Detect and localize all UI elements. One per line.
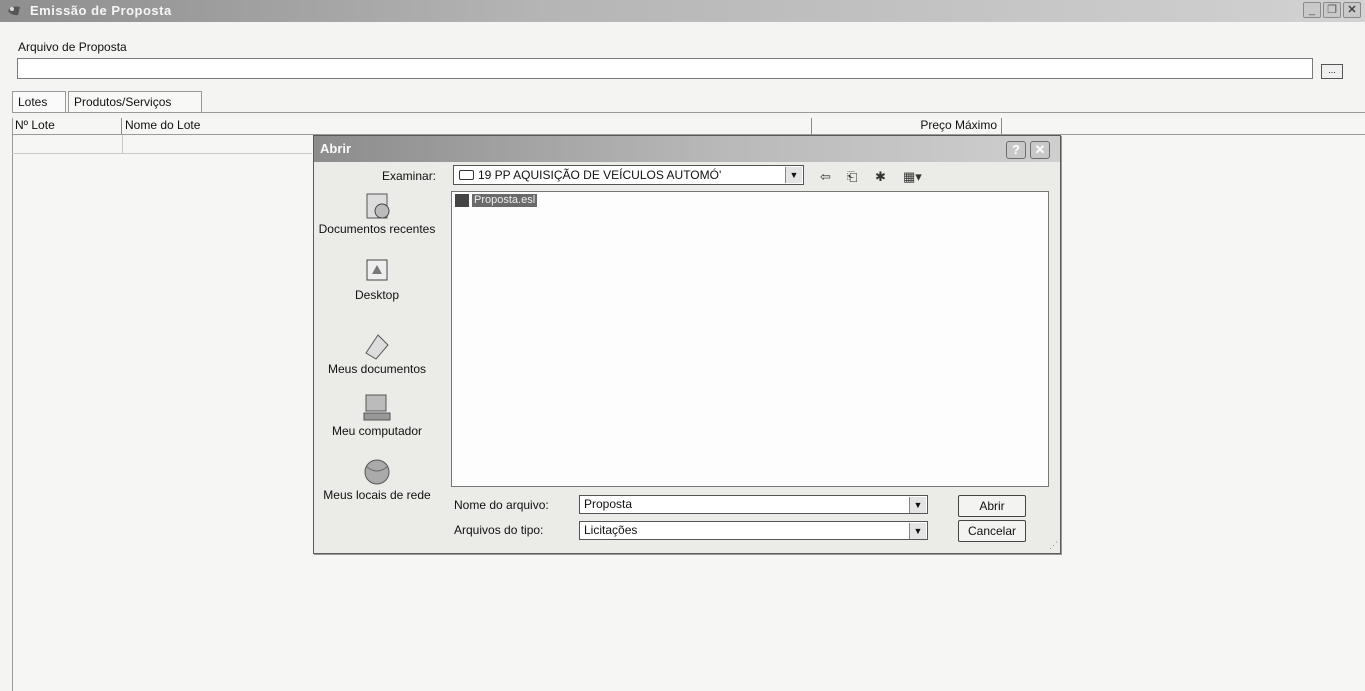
up-folder-icon[interactable]: ⎗ [847,170,857,184]
open-button[interactable]: Abrir [958,495,1026,517]
desktop-icon [366,259,388,281]
dialog-title: Abrir [320,141,352,156]
restore-icon[interactable]: ❐ [1323,2,1341,18]
views-menu-icon[interactable]: ▦▾ [903,170,922,184]
recent-documents-icon [366,193,390,219]
folder-icon [459,170,474,180]
my-documents-icon [365,334,389,360]
place-my-computer[interactable]: Meu computador [316,393,438,438]
dialog-close-icon[interactable]: ✕ [1030,141,1050,159]
back-icon[interactable]: ⇦ [820,170,831,184]
look-in-value: 19 PP AQUISIÇÃO DE VEÍCULOS AUTOMÓ' [478,168,722,182]
file-list[interactable]: Proposta.esl [451,191,1049,487]
browse-button[interactable]: ... [1321,64,1343,79]
chevron-down-icon[interactable]: ▼ [785,167,802,183]
place-recent-documents[interactable]: Documentos recentes [316,191,438,236]
proposal-file-label: Arquivo de Proposta [18,40,127,54]
proposal-file-field[interactable] [17,58,1313,79]
new-folder-icon[interactable]: ✱ [875,170,886,184]
column-header-lot-name[interactable]: Nome do Lote [122,118,812,134]
column-header-lot-number[interactable]: Nº Lote [12,118,122,134]
tab-divider [12,112,1365,113]
look-in-label: Examinar: [382,169,437,183]
app-icon [8,6,20,16]
help-icon[interactable]: ? [1006,141,1026,159]
chevron-down-icon[interactable]: ▼ [909,523,926,539]
open-file-dialog: Abrir ? ✕ Examinar: 19 PP AQUISIÇÃO DE V… [313,135,1061,554]
filename-value: Proposta [584,497,633,511]
places-bar: Documentos recentes Desktop Meus documen… [316,191,438,521]
my-computer-icon [363,394,391,421]
window-title: Emissão de Proposta [30,3,172,18]
minimize-icon[interactable]: _ [1303,2,1321,18]
window-title-bar: Emissão de Proposta _ ❐ ✕ [0,0,1365,22]
resize-grip[interactable]: ⋰ [1049,540,1058,551]
close-icon[interactable]: ✕ [1343,2,1361,18]
grid-header: Nº Lote Nome do Lote Preço Máximo [12,118,1365,135]
filetype-dropdown[interactable]: Licitações ▼ [579,521,928,540]
network-places-icon [364,459,390,485]
filetype-label: Arquivos do tipo: [454,523,544,537]
file-icon [455,194,469,207]
dialog-title-bar: Abrir ? ✕ [314,136,1060,162]
tab-produtos-servicos[interactable]: Produtos/Serviços [68,91,202,113]
look-in-dropdown[interactable]: 19 PP AQUISIÇÃO DE VEÍCULOS AUTOMÓ' ▼ [453,165,804,185]
cancel-button[interactable]: Cancelar [958,520,1026,542]
filename-input[interactable]: Proposta ▼ [579,495,928,514]
filetype-value: Licitações [584,523,638,537]
table-row[interactable] [12,135,312,154]
tab-lotes[interactable]: Lotes [12,91,66,113]
place-my-documents[interactable]: Meus documentos [316,331,438,376]
file-name: Proposta.esl [472,194,538,207]
column-header-max-price[interactable]: Preço Máximo [812,118,1002,134]
filename-label: Nome do arquivo: [454,498,549,512]
chevron-down-icon[interactable]: ▼ [909,497,926,513]
place-network[interactable]: Meus locais de rede [316,457,438,502]
place-desktop[interactable]: Desktop [316,257,438,302]
